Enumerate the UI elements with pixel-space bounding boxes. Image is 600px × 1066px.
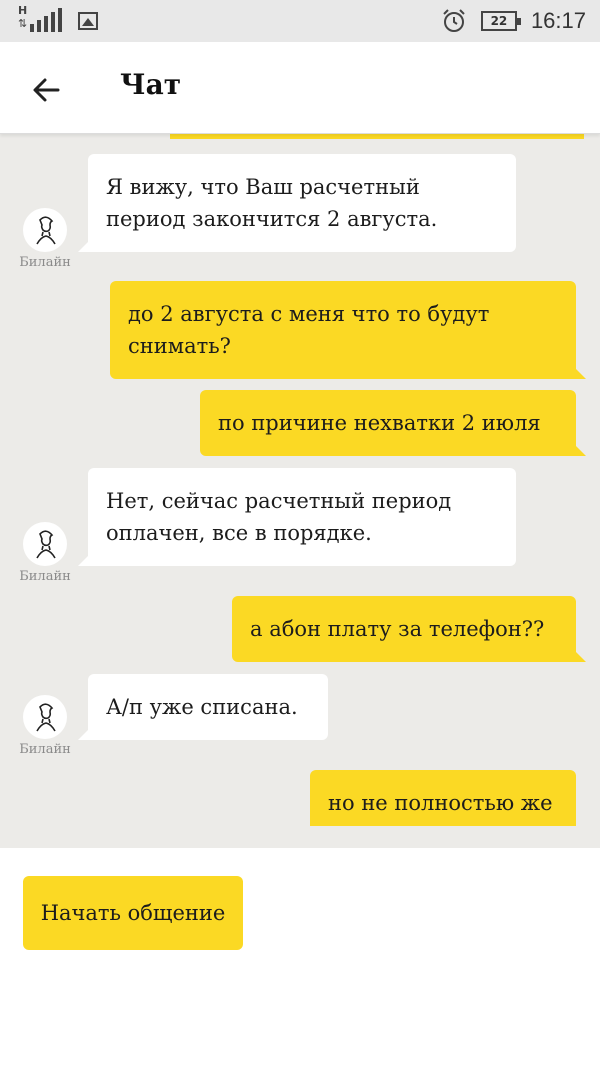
- signal-icon: H ⇅: [18, 4, 64, 32]
- battery-icon: 22: [480, 11, 521, 31]
- previous-message-edge: [170, 134, 584, 139]
- data-arrows-icon: ⇅: [18, 17, 28, 30]
- message-bot: Нет, сейчас расчетный период оплачен, вс…: [78, 468, 516, 566]
- bot-avatar: Билайн: [19, 522, 71, 584]
- status-bar-right: 22 16:17: [441, 0, 586, 42]
- status-bar-left: H ⇅: [18, 4, 98, 32]
- status-bar: H ⇅ 22 16:17: [0, 0, 600, 42]
- sender-name: Билайн: [19, 569, 71, 584]
- battery-level: 22: [490, 14, 508, 28]
- message-text: но не полностью же: [328, 791, 553, 815]
- clock: 16:17: [530, 8, 586, 33]
- message-user: но не полностью же: [310, 770, 576, 826]
- message-bot: А/п уже списана.: [78, 674, 328, 740]
- message-text: Я вижу, что Ваш расчетный период закончи…: [106, 175, 438, 231]
- arrow-left-icon[interactable]: [26, 70, 66, 110]
- message-text: А/п уже списана.: [106, 695, 298, 719]
- message-user: а абон плату за телефон??: [232, 596, 586, 662]
- page-title: Чат: [120, 68, 182, 101]
- bot-avatar: Билайн: [19, 695, 71, 757]
- alarm-icon: [443, 9, 465, 32]
- message-text: до 2 августа с меня что то будут снимать…: [128, 302, 490, 358]
- message-user: по причине нехватки 2 июля: [200, 390, 586, 456]
- message-text: а абон плату за телефон??: [250, 617, 545, 641]
- image-icon: [78, 12, 98, 30]
- message-user: до 2 августа с меня что то будут снимать…: [110, 281, 586, 379]
- chat-area[interactable]: Я вижу, что Ваш расчетный период закончи…: [0, 134, 600, 848]
- message-bot: Я вижу, что Ваш расчетный период закончи…: [78, 154, 516, 252]
- sender-name: Билайн: [19, 742, 71, 757]
- message-text: по причине нехватки 2 июля: [218, 411, 541, 435]
- network-type: H: [18, 4, 28, 17]
- sender-name: Билайн: [19, 255, 71, 270]
- message-text: Нет, сейчас расчетный период оплачен, вс…: [106, 489, 452, 545]
- beeline-avatar-icon: [23, 208, 67, 252]
- beeline-avatar-icon: [23, 522, 67, 566]
- beeline-avatar-icon: [23, 695, 67, 739]
- start-chat-button[interactable]: Начать общение: [23, 876, 243, 950]
- signal-bars: [30, 8, 62, 32]
- app-header: Чат: [0, 42, 600, 134]
- bot-avatar: Билайн: [19, 208, 71, 270]
